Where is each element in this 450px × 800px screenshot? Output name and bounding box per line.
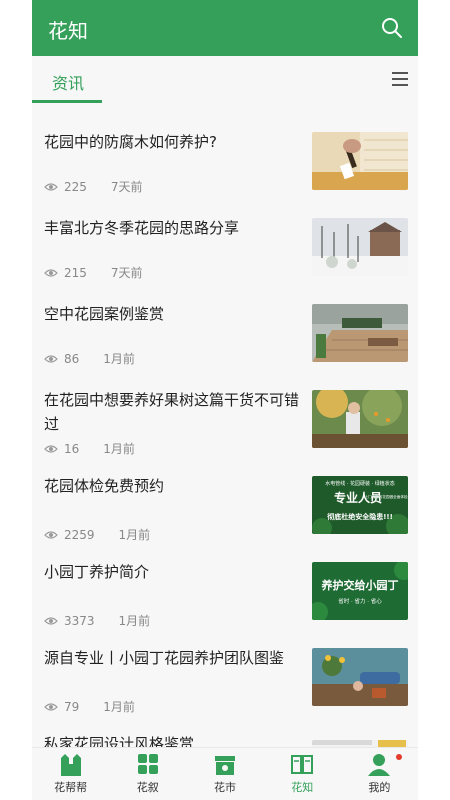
article-thumbnail: 养护交给小园丁 省时 · 省力 · 省心 (312, 562, 408, 620)
article-title: 花园体检免费预约 (44, 477, 165, 495)
list-item[interactable]: 源自专业丨小园丁花园养护团队图鉴 79 1月前 (32, 634, 418, 720)
garden-help-icon (60, 754, 81, 776)
article-meta: 79 1月前 (44, 698, 135, 715)
thumb-caption: 上门为您的花园做全面体检 (364, 494, 408, 499)
search-icon[interactable] (380, 16, 404, 40)
article-meta: 3373 1月前 (44, 612, 150, 629)
article-meta: 16 1月前 (44, 440, 135, 457)
flower-story-icon (137, 754, 158, 774)
publish-time: 7天前 (110, 266, 143, 280)
thumb-caption: 彻底杜绝安全隐患!!! (326, 512, 393, 521)
article-meta: 86 1月前 (44, 350, 135, 367)
user-icon (368, 754, 391, 776)
list-item[interactable]: 在花园中想要养好果树这篇干货不可错过 16 1月前 (32, 376, 418, 462)
article-title: 空中花园案例鉴赏 (44, 305, 165, 323)
publish-time: 1月前 (103, 442, 135, 456)
nav-label: 花叙 (136, 781, 159, 794)
list-item[interactable]: 花园中的防腐木如何养护? 225 7天前 (32, 118, 418, 204)
article-title: 在花园中想要养好果树这篇干货不可错过 (44, 391, 300, 433)
nav-label: 花知 (291, 781, 314, 794)
nav-item-flower-story[interactable]: 花叙 (109, 748, 186, 800)
publish-time: 1月前 (103, 352, 135, 366)
tab-bar: 资讯 (32, 56, 418, 104)
thumb-caption: 水电管线 · 花园硬装 · 绿植状态 (325, 480, 395, 487)
view-count: 16 (64, 441, 80, 456)
article-thumbnail: 水电管线 · 花园硬装 · 绿植状态 专业人员 上门为您的花园做全面体检 彻底杜… (312, 476, 408, 534)
article-thumbnail (312, 390, 408, 448)
article-thumbnail (312, 304, 408, 362)
notification-badge (396, 754, 403, 760)
article-title: 丰富北方冬季花园的思路分享 (44, 219, 240, 237)
view-count: 2259 (64, 527, 95, 542)
view-count: 225 (64, 179, 87, 194)
market-icon (215, 756, 235, 775)
publish-time: 1月前 (118, 528, 151, 542)
tab-news[interactable]: 资讯 (52, 70, 84, 94)
publish-time: 1月前 (103, 700, 135, 714)
nav-label: 我的 (368, 781, 391, 794)
tab-underline (32, 100, 102, 103)
article-thumbnail (312, 132, 408, 190)
list-item[interactable]: 丰富北方冬季花园的思路分享 215 7天前 (32, 204, 418, 290)
publish-time: 7天前 (110, 180, 143, 194)
view-count: 79 (64, 699, 80, 714)
nav-item-flower-knowledge[interactable]: 花知 (264, 748, 341, 800)
view-count: 3373 (64, 613, 95, 628)
eye-icon (44, 444, 58, 453)
eye-icon (44, 530, 58, 539)
book-icon (291, 755, 314, 774)
app-header: 花知 (32, 0, 418, 56)
eye-icon (44, 268, 58, 277)
eye-icon (44, 182, 58, 191)
article-meta: 215 7天前 (44, 264, 143, 281)
article-title: 源自专业丨小园丁花园养护团队图鉴 (44, 649, 285, 667)
publish-time: 1月前 (118, 614, 151, 628)
view-count: 215 (64, 265, 87, 280)
page-title: 花知 (48, 19, 88, 43)
list-item[interactable]: 花园体检免费预约 2259 1月前 水电管线 · 花园硬装 · 绿植状态 专业人… (32, 462, 418, 548)
view-count: 86 (64, 351, 80, 366)
article-thumbnail (312, 218, 408, 276)
nav-label: 花市 (214, 781, 236, 794)
article-meta: 225 7天前 (44, 178, 143, 195)
article-title: 花园中的防腐木如何养护? (44, 133, 217, 151)
article-meta: 2259 1月前 (44, 526, 150, 543)
list-item[interactable]: 空中花园案例鉴赏 86 1月前 (32, 290, 418, 376)
article-title: 小园丁养护简介 (44, 563, 150, 581)
app-screen: 花知 资讯 花园中的防腐木如何养护? 225 7天前 丰富北方冬季花园的思路分享… (32, 0, 418, 800)
eye-icon (44, 354, 58, 363)
nav-label: 花帮帮 (54, 781, 88, 794)
bottom-nav: 花帮帮 花叙 花市 花知 我的 (32, 747, 418, 800)
eye-icon (44, 616, 58, 625)
nav-item-market[interactable]: 花市 (186, 748, 263, 800)
thumb-caption: 养护交给小园丁 (321, 578, 399, 592)
menu-icon[interactable] (392, 72, 408, 86)
thumb-caption: 省时 · 省力 · 省心 (338, 597, 382, 605)
article-thumbnail (312, 648, 408, 706)
eye-icon (44, 702, 58, 711)
nav-item-garden-help[interactable]: 花帮帮 (32, 748, 109, 800)
nav-item-profile[interactable]: 我的 (341, 748, 418, 800)
list-item[interactable]: 小园丁养护简介 3373 1月前 养护交给小园丁 省时 · 省力 · 省心 (32, 548, 418, 634)
